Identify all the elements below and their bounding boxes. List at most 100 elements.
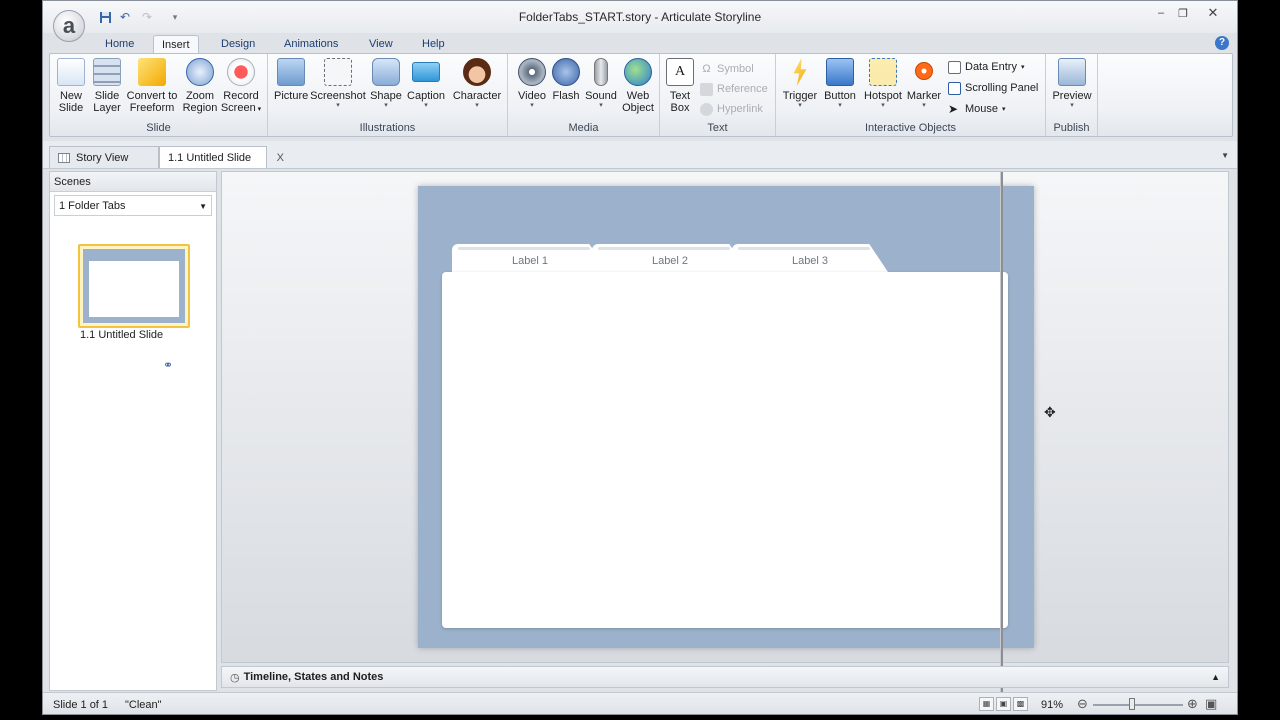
- group-label-media: Media: [568, 122, 599, 134]
- scrolling-panel-button[interactable]: Scrolling Panel: [948, 79, 1038, 97]
- shape-label: Shape: [370, 90, 402, 102]
- convert-to-freeform-button[interactable]: Convert to Freeform: [124, 58, 180, 114]
- group-label-slide: Slide: [146, 122, 171, 134]
- folder-tab-3-label: Label 3: [791, 255, 829, 267]
- character-button[interactable]: Character ▾: [452, 58, 502, 110]
- film-reel-icon: [518, 58, 546, 86]
- tab-animations[interactable]: Animations: [276, 35, 346, 54]
- move-cursor-icon: ✥: [1044, 404, 1056, 420]
- tab-insert[interactable]: Insert: [153, 35, 199, 54]
- data-entry-label: Data Entry: [965, 61, 1017, 73]
- fit-to-window-icon[interactable]: ▣: [1205, 696, 1217, 712]
- zoom-slider[interactable]: [1093, 704, 1183, 706]
- reference-button[interactable]: Reference: [700, 80, 768, 98]
- trigger-label: Trigger: [782, 90, 818, 102]
- tab-list-dropdown-icon[interactable]: ▼: [1221, 151, 1229, 160]
- preview-button[interactable]: Preview ▾: [1052, 58, 1092, 110]
- normal-view-mode-icon[interactable]: ▣: [996, 697, 1011, 711]
- screenshot-button[interactable]: Screenshot ▾: [310, 58, 366, 110]
- slide-stage[interactable]: Label 1 Label 2 Label 3: [418, 186, 1034, 648]
- marker-icon: [915, 62, 933, 80]
- slide-link-icon[interactable]: ⚭: [163, 358, 173, 372]
- picture-button[interactable]: Picture: [274, 58, 308, 102]
- ribbon: New Slide Slide Layer Convert to Freefor…: [49, 53, 1233, 137]
- hyperlink-icon: [700, 102, 713, 116]
- vertical-guide[interactable]: [1000, 172, 1003, 714]
- web-object-label: Web: [626, 90, 650, 102]
- screenshot-label: Screenshot: [310, 90, 366, 102]
- chevron-down-icon: ▾: [475, 102, 479, 109]
- ribbon-group-media: Video ▾ Flash Sound ▾ Web Object Media: [508, 54, 660, 136]
- folder-tab-3[interactable]: Label 3: [732, 244, 888, 272]
- chevron-down-icon: ▾: [384, 102, 388, 109]
- caption-button[interactable]: Caption ▾: [404, 58, 448, 110]
- hotspot-button[interactable]: Hotspot ▾: [862, 58, 904, 110]
- symbol-button[interactable]: Ω Symbol: [700, 60, 753, 78]
- shape-button[interactable]: Shape ▾: [368, 58, 404, 110]
- data-entry-button[interactable]: Data Entry ▾: [948, 58, 1024, 76]
- zoom-slider-thumb[interactable]: [1129, 698, 1135, 710]
- close-tab-icon[interactable]: X: [277, 152, 284, 164]
- reference-label: Reference: [717, 83, 768, 95]
- slide-layer-button[interactable]: Slide Layer: [90, 58, 124, 114]
- zoom-in-icon[interactable]: ⊕: [1187, 696, 1198, 712]
- text-box-button[interactable]: A Text Box: [664, 58, 696, 114]
- scene-dropdown[interactable]: 1 Folder Tabs ▼: [54, 195, 212, 216]
- preview-mode-icon[interactable]: ▩: [1013, 697, 1028, 711]
- slide-canvas[interactable]: Label 1 Label 2 Label 3 ✥: [221, 171, 1229, 714]
- tab-help[interactable]: Help: [414, 35, 453, 54]
- button-button[interactable]: Button ▾: [820, 58, 860, 110]
- group-label-illustrations: Illustrations: [359, 122, 416, 134]
- status-bar: Slide 1 of 1 "Clean" ▦ ▣ ▩ 91% ⊖ ⊕ ▣: [43, 692, 1237, 714]
- reference-icon: [700, 82, 713, 96]
- zoom-out-icon[interactable]: ⊖: [1077, 696, 1088, 712]
- web-object-label-2: Object: [622, 102, 654, 114]
- text-box-label-2: Box: [670, 102, 690, 114]
- flash-button[interactable]: Flash: [550, 58, 582, 102]
- group-label-interactive-objects: Interactive Objects: [864, 122, 957, 134]
- record-icon: [227, 58, 255, 86]
- story-view-mode-icon[interactable]: ▦: [979, 697, 994, 711]
- hotspot-label: Hotspot: [864, 90, 902, 102]
- zoom-region-button[interactable]: Zoom Region: [182, 58, 218, 114]
- story-view-label: Story View: [76, 151, 129, 164]
- app-logo-icon[interactable]: a: [53, 10, 85, 42]
- folder-tab-1[interactable]: Label 1: [452, 244, 608, 272]
- text-box-label: Text: [669, 90, 691, 102]
- minimize-icon[interactable]: –: [1151, 5, 1171, 21]
- close-icon[interactable]: ✕: [1203, 5, 1223, 21]
- mouse-label: Mouse: [965, 103, 999, 115]
- ribbon-group-slide: New Slide Slide Layer Convert to Freefor…: [50, 54, 268, 136]
- record-screen-button[interactable]: Record Screen ▾: [220, 58, 262, 116]
- restore-icon[interactable]: ❐: [1173, 5, 1193, 21]
- sound-button[interactable]: Sound ▾: [584, 58, 618, 110]
- scrolling-panel-icon: [948, 81, 961, 95]
- slide-thumbnail[interactable]: [78, 244, 190, 328]
- help-icon[interactable]: ?: [1215, 36, 1229, 50]
- timeline-bar[interactable]: ◷ Timeline, States and Notes ▲: [221, 666, 1229, 688]
- chevron-up-icon[interactable]: ▲: [1211, 672, 1220, 682]
- ribbon-tab-bar: Home Insert Design Animations View Help: [43, 33, 1237, 54]
- mouse-button[interactable]: ➤ Mouse ▾: [948, 100, 1006, 118]
- video-button[interactable]: Video ▾: [516, 58, 548, 110]
- tab-untitled-slide[interactable]: 1.1 Untitled Slide X: [159, 146, 284, 168]
- window-title: FolderTabs_START.story - Articulate Stor…: [518, 10, 762, 24]
- web-object-button[interactable]: Web Object: [620, 58, 656, 114]
- convert-label: Convert to: [126, 90, 178, 102]
- tab-home[interactable]: Home: [97, 35, 142, 54]
- new-slide-button[interactable]: New Slide: [56, 58, 86, 114]
- preview-label: Preview: [1052, 90, 1092, 102]
- hyperlink-button[interactable]: Hyperlink: [700, 100, 763, 118]
- tab-design[interactable]: Design: [213, 35, 263, 54]
- folder-body[interactable]: [442, 272, 1008, 628]
- trigger-button[interactable]: Trigger ▾: [782, 58, 818, 110]
- slide-count: Slide 1 of 1: [53, 699, 109, 711]
- folder-tab-2[interactable]: Label 2: [592, 244, 748, 272]
- omega-icon: Ω: [702, 62, 711, 75]
- web-object-icon: [624, 58, 652, 86]
- tab-view[interactable]: View: [361, 35, 401, 54]
- timeline-label: Timeline, States and Notes: [243, 671, 384, 683]
- tab-story-view[interactable]: Story View: [49, 146, 159, 168]
- marker-button[interactable]: Marker ▾: [904, 58, 944, 110]
- storyline-window: a ↶ ↷ ▾ FolderTabs_START.story - Articul…: [42, 0, 1238, 715]
